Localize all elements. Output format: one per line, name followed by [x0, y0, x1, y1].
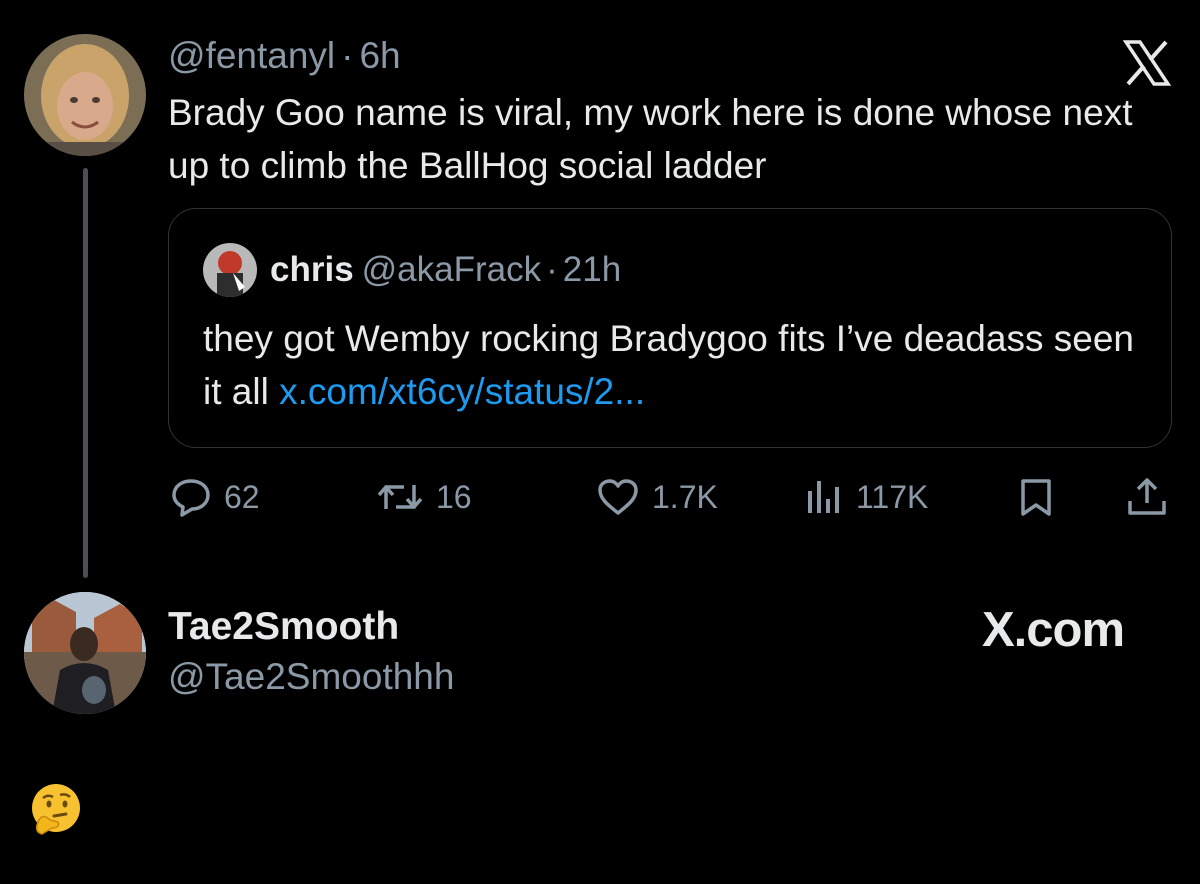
views-button[interactable]: 117K: [804, 476, 928, 518]
like-icon: [596, 477, 640, 517]
retweet-icon: [376, 477, 424, 517]
retweet-count: 16: [436, 478, 472, 515]
quote-author-name[interactable]: chris: [270, 250, 354, 289]
like-count: 1.7K: [652, 478, 718, 515]
retweet-button[interactable]: 16: [376, 476, 472, 518]
quote-header: chris @akaFrack · 21h: [270, 250, 621, 290]
author-name[interactable]: Tae2Smooth: [168, 604, 399, 650]
fentanyl-avatar[interactable]: [24, 34, 146, 156]
quote-separator: ·: [546, 250, 558, 289]
author-handle[interactable]: @Tae2Smoothhh: [168, 654, 454, 700]
tweet-handle[interactable]: @fentanyl: [168, 35, 335, 76]
quote-author-handle[interactable]: @akaFrack: [362, 250, 541, 289]
share-icon: [1126, 477, 1168, 517]
views-count: 117K: [856, 478, 929, 515]
share-button[interactable]: [1126, 476, 1168, 518]
reply-count: 62: [224, 478, 260, 515]
thread-connector-line: [83, 168, 88, 578]
quote-link[interactable]: x.com/xt6cy/status/2...: [279, 371, 645, 412]
chris-avatar[interactable]: [203, 243, 257, 297]
x-logo-icon: [1122, 38, 1172, 88]
thinking-face-icon: [28, 782, 84, 838]
quote-text-block: they got Wemby rocking Bradygoo fits I’v…: [203, 312, 1153, 418]
reply-icon: [170, 477, 212, 517]
views-icon: [804, 477, 844, 517]
bookmark-icon: [1017, 477, 1055, 517]
tweet-time[interactable]: 6h: [359, 35, 400, 76]
site-watermark: X.com: [982, 603, 1125, 657]
tweet-text: Brady Goo name is viral, my work here is…: [168, 92, 1133, 186]
bookmark-button[interactable]: [1017, 476, 1055, 518]
quote-time[interactable]: 21h: [563, 250, 621, 289]
tae2smooth-avatar[interactable]: [24, 592, 146, 714]
like-button[interactable]: 1.7K: [596, 476, 718, 518]
tweet-separator: ·: [341, 35, 354, 76]
tweet-header: @fentanyl · 6h: [168, 36, 401, 76]
reply-button[interactable]: 62: [170, 476, 260, 518]
